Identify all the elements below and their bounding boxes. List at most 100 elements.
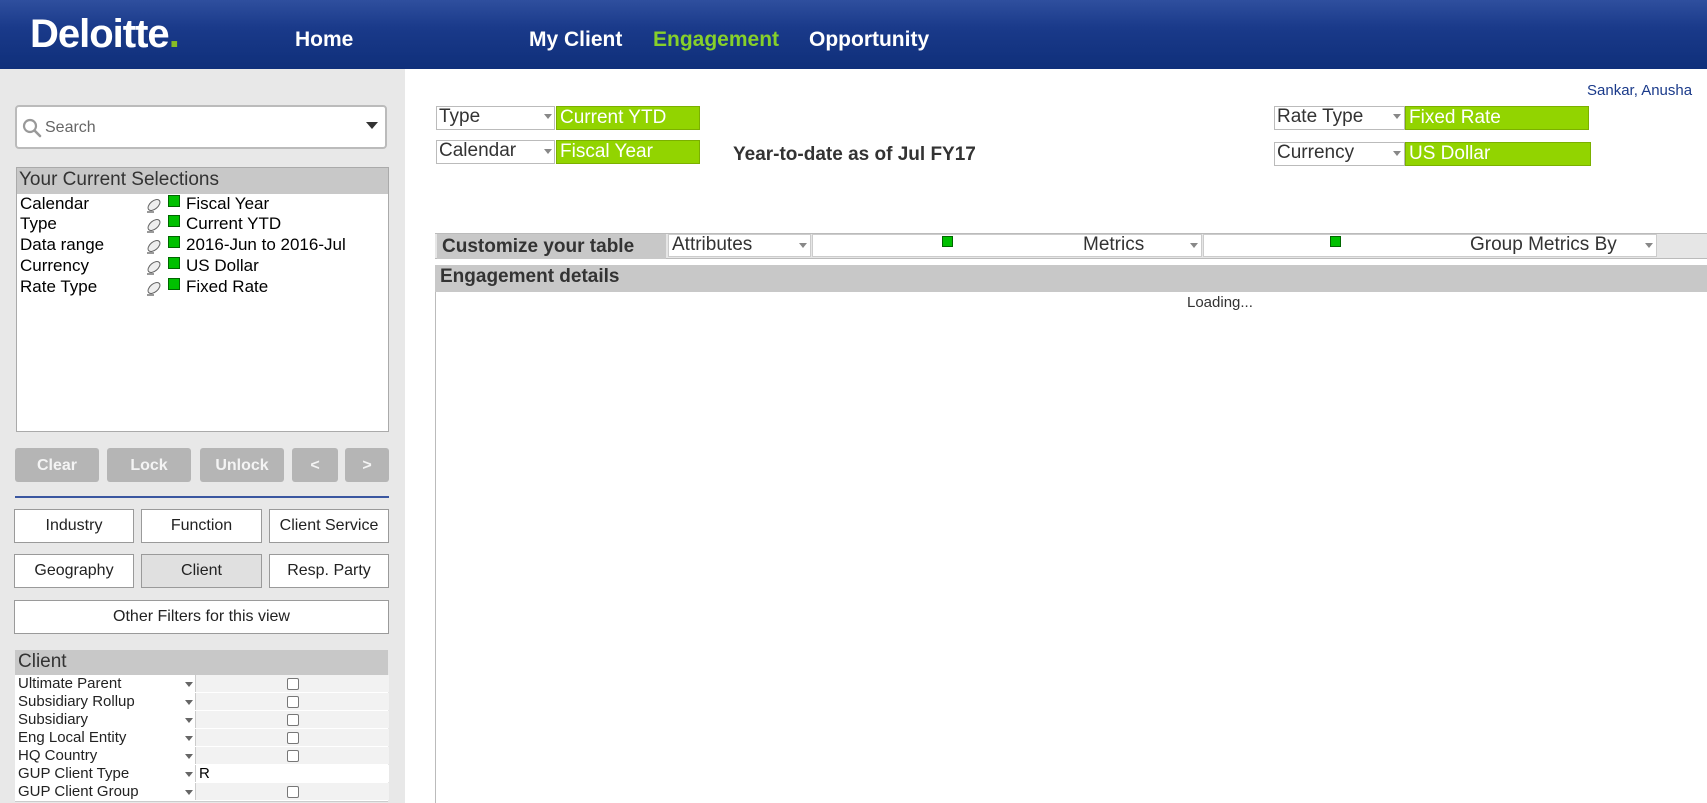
filter-tab-function[interactable]: Function: [141, 509, 262, 543]
forward-button[interactable]: >: [345, 448, 389, 482]
client-panel-title: Client: [18, 651, 67, 672]
eraser-icon[interactable]: [146, 197, 162, 213]
dropdown-arrow-icon[interactable]: [544, 149, 552, 154]
client-filter-row[interactable]: Eng Local Entity: [15, 729, 389, 748]
checkbox[interactable]: [287, 696, 299, 708]
selection-row: Calendar Fiscal Year: [20, 194, 380, 215]
selected-indicator-icon: [1330, 236, 1341, 247]
dropdown-arrow-icon[interactable]: [185, 718, 193, 723]
dropdown-arrow-icon[interactable]: [185, 790, 193, 795]
selection-value: Fiscal Year: [186, 194, 270, 213]
client-filter-label: Subsidiary Rollup: [18, 693, 135, 710]
client-filter-label: Subsidiary: [18, 711, 89, 728]
selected-indicator-icon: [168, 236, 180, 248]
loading-text: Loading...: [1187, 294, 1253, 311]
selection-value: 2016-Jun to 2016-Jul: [186, 235, 346, 254]
filter-tab-client[interactable]: Client: [141, 554, 262, 588]
filter-tab-client-service[interactable]: Client Service: [269, 509, 389, 543]
engagement-details-table: [435, 292, 1707, 803]
search-icon: [22, 118, 42, 138]
selection-row: Currency US Dollar: [20, 256, 380, 277]
clear-button[interactable]: Clear: [15, 448, 99, 482]
dropdown-arrow-icon[interactable]: [185, 736, 193, 741]
engagement-details-title: Engagement details: [440, 266, 620, 287]
dropdown-arrow-icon[interactable]: [1393, 151, 1401, 156]
dropdown-arrow-icon[interactable]: [799, 243, 807, 248]
nav-opportunity[interactable]: Opportunity: [809, 28, 929, 52]
client-filter-label: GUP Client Group: [18, 783, 139, 800]
type-label: Type: [439, 106, 481, 127]
selection-row: Data range 2016-Jun to 2016-Jul: [20, 235, 380, 256]
selected-indicator-icon: [168, 215, 180, 227]
search-dropdown-arrow-icon[interactable]: [366, 122, 378, 129]
rate-type-value[interactable]: Fixed Rate: [1405, 106, 1589, 130]
client-filter-value: R: [199, 765, 210, 782]
filter-tab-geography[interactable]: Geography: [14, 554, 134, 588]
client-filter-row[interactable]: Ultimate Parent: [15, 675, 389, 694]
eraser-icon[interactable]: [146, 259, 162, 275]
eraser-icon[interactable]: [146, 238, 162, 254]
calendar-value[interactable]: Fiscal Year: [556, 140, 700, 164]
currency-value[interactable]: US Dollar: [1405, 142, 1591, 166]
nav-engagement[interactable]: Engagement: [653, 28, 779, 52]
engagement-details-header: [435, 265, 1707, 292]
selection-row: Rate Type Fixed Rate: [20, 277, 380, 298]
selection-value: US Dollar: [186, 256, 259, 275]
selection-label: Rate Type: [20, 277, 98, 296]
dropdown-arrow-icon[interactable]: [1190, 243, 1198, 248]
selection-label: Calendar: [20, 194, 89, 213]
other-filters-button[interactable]: Other Filters for this view: [14, 600, 389, 634]
currency-label: Currency: [1277, 142, 1355, 163]
selected-indicator-icon: [168, 278, 180, 290]
attributes-label: Attributes: [672, 234, 753, 255]
dropdown-arrow-icon[interactable]: [1393, 114, 1401, 119]
selection-value: Current YTD: [186, 214, 282, 233]
unlock-button[interactable]: Unlock: [200, 448, 284, 482]
filter-tab-industry[interactable]: Industry: [14, 509, 134, 543]
calendar-label: Calendar: [439, 140, 517, 161]
checkbox[interactable]: [287, 678, 299, 690]
selected-indicator-icon: [168, 195, 180, 207]
search-placeholder: Search: [45, 119, 96, 136]
selection-label: Data range: [20, 235, 105, 254]
divider: [15, 496, 389, 498]
dropdown-arrow-icon[interactable]: [544, 114, 552, 119]
dropdown-arrow-icon[interactable]: [185, 700, 193, 705]
lock-button[interactable]: Lock: [107, 448, 191, 482]
client-panel-header: [15, 650, 388, 675]
client-filter-row[interactable]: Subsidiary Rollup: [15, 693, 389, 712]
client-filter-field[interactable]: [195, 765, 389, 782]
rate-type-label: Rate Type: [1277, 106, 1364, 127]
nav-my-client[interactable]: My Client: [529, 28, 622, 52]
checkbox[interactable]: [287, 732, 299, 744]
back-button[interactable]: <: [292, 448, 338, 482]
selected-indicator-icon: [168, 257, 180, 269]
dropdown-arrow-icon[interactable]: [185, 772, 193, 777]
client-filter-row[interactable]: GUP Client Group: [15, 783, 389, 802]
selection-label: Type: [20, 214, 57, 233]
client-filter-label: HQ Country: [18, 747, 98, 764]
user-name[interactable]: Sankar, Anusha: [1587, 82, 1692, 99]
checkbox[interactable]: [287, 714, 299, 726]
selection-row: Type Current YTD: [20, 214, 380, 235]
dropdown-arrow-icon[interactable]: [185, 682, 193, 687]
checkbox[interactable]: [287, 750, 299, 762]
deloitte-logo[interactable]: Deloitte.: [30, 12, 180, 57]
client-filter-row[interactable]: HQ Country: [15, 747, 389, 766]
filter-tab-resp-party[interactable]: Resp. Party: [269, 554, 389, 588]
nav-home[interactable]: Home: [295, 28, 353, 52]
group-metrics-label: Group Metrics By: [1470, 234, 1617, 255]
current-selections-title: Your Current Selections: [19, 169, 219, 190]
client-filter-row[interactable]: Subsidiary: [15, 711, 389, 730]
customize-label: Customize your table: [437, 234, 666, 259]
eraser-icon[interactable]: [146, 217, 162, 233]
dropdown-arrow-icon[interactable]: [1645, 243, 1653, 248]
client-filter-label: GUP Client Type: [18, 765, 130, 782]
type-value[interactable]: Current YTD: [556, 106, 700, 130]
selection-label: Currency: [20, 256, 89, 275]
eraser-icon[interactable]: [146, 280, 162, 296]
client-filter-row[interactable]: GUP Client Type R: [15, 765, 389, 784]
dropdown-arrow-icon[interactable]: [185, 754, 193, 759]
checkbox[interactable]: [287, 786, 299, 798]
selected-indicator-icon: [942, 236, 953, 247]
